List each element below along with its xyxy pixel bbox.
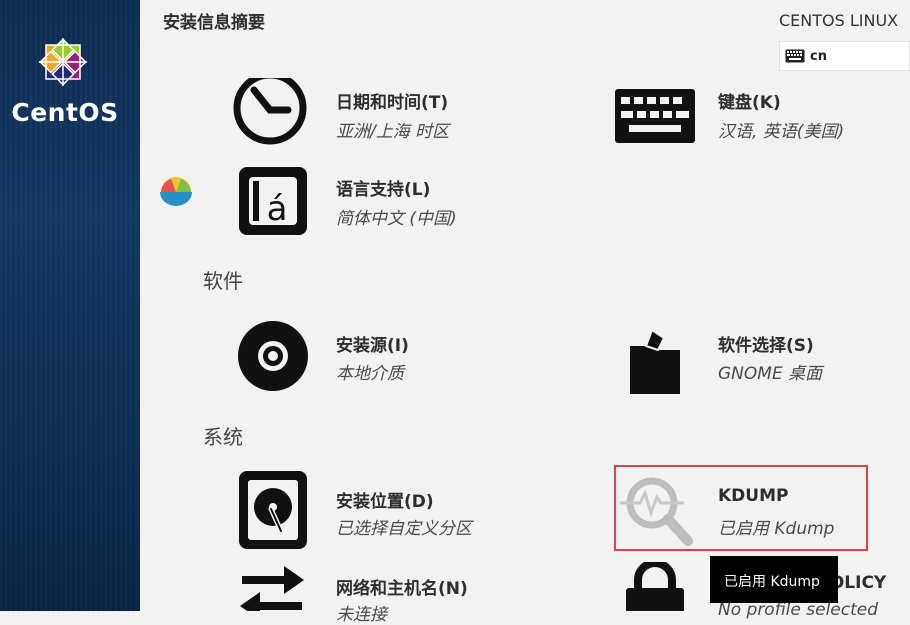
spoke-status: 本地介质 — [336, 364, 404, 384]
section-system: 系统 — [203, 425, 243, 449]
page-title: 安装信息摘要 — [163, 13, 265, 33]
network-arrows-icon — [240, 566, 304, 611]
keyboard-layout-label: cn — [810, 49, 827, 64]
section-software: 软件 — [203, 269, 243, 293]
spoke-status: No profile selected — [718, 600, 879, 620]
spoke-status: GNOME 桌面 — [718, 364, 823, 384]
lock-icon — [626, 562, 684, 611]
spoke-title: 安装源(I) — [336, 336, 409, 356]
package-icon — [630, 328, 680, 394]
centos-logo-icon — [39, 38, 87, 86]
spoke-title: KDUMP — [718, 486, 789, 506]
spoke-status: 未连接 — [336, 605, 387, 625]
harddisk-icon — [239, 471, 307, 549]
product-name: CENTOS LINUX — [779, 11, 899, 30]
language-icon: á — [239, 167, 307, 235]
spoke-status: 已选择自定义分区 — [336, 519, 472, 539]
keyboard-icon — [615, 89, 695, 143]
keyboard-small-icon — [785, 49, 805, 63]
spoke-status: 简体中文 (中国) — [336, 209, 457, 229]
disc-icon — [238, 321, 308, 391]
clock-icon — [233, 78, 307, 145]
spoke-title: 安装位置(D) — [336, 492, 434, 512]
spoke-status: 汉语, 英语(美国) — [718, 122, 845, 142]
language-flag-icon — [160, 177, 192, 206]
spoke-status: 已启用 Kdump — [718, 519, 835, 539]
keyboard-layout-indicator[interactable]: cn — [779, 41, 910, 71]
spoke-title: 日期和时间(T) — [336, 93, 449, 113]
spoke-status: 亚洲/上海 时区 — [336, 122, 450, 142]
spoke-title: 网络和主机名(N) — [336, 579, 468, 599]
tooltip: 已启用 Kdump — [710, 556, 838, 603]
spoke-title: 语言支持(L) — [336, 180, 431, 200]
spoke-title: 键盘(K) — [718, 93, 781, 113]
kdump-search-icon — [620, 477, 693, 546]
sidebar: CentOS — [0, 0, 140, 611]
svg-text:á: á — [267, 189, 288, 229]
spoke-title: 软件选择(S) — [718, 336, 814, 356]
brand-name: CentOS — [11, 98, 119, 127]
